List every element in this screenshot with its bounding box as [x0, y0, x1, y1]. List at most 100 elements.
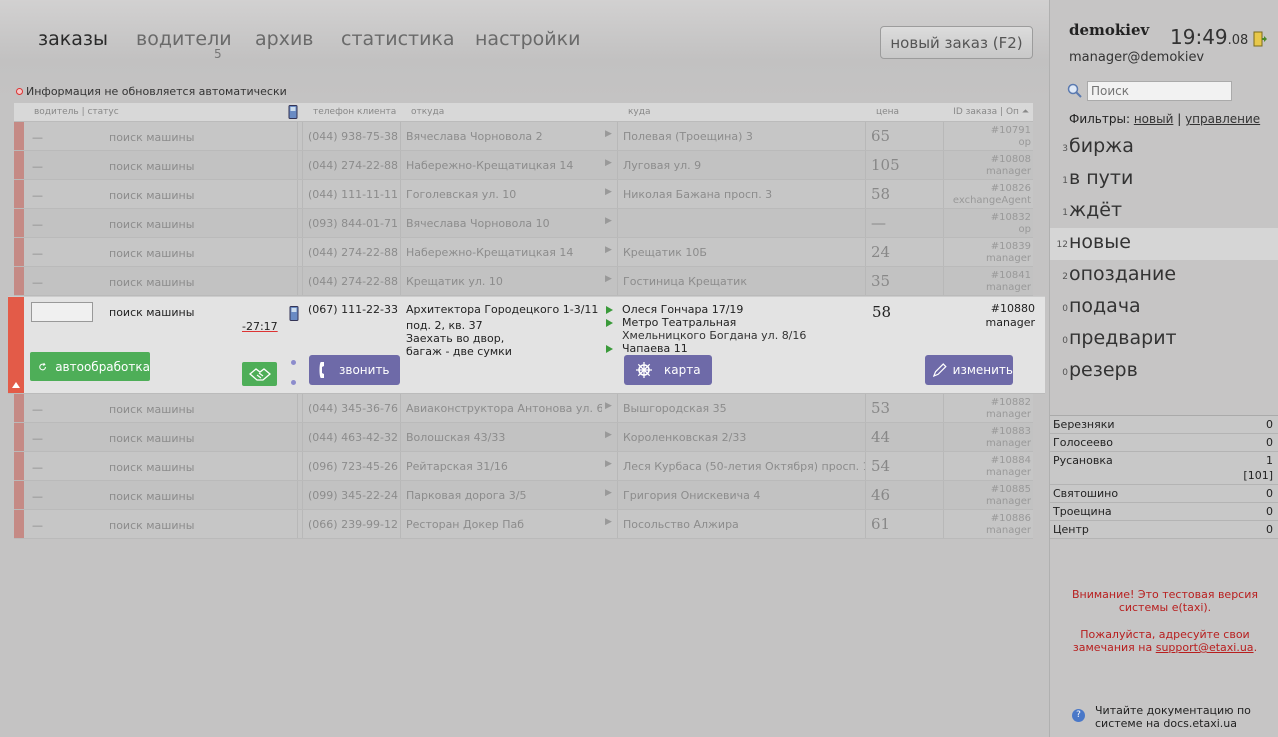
- search-icon: [1067, 83, 1082, 98]
- status-filter-item[interactable]: 2 опоздание: [1050, 260, 1278, 292]
- col-price[interactable]: цена: [876, 107, 899, 117]
- row-to: Луговая ул. 9: [623, 159, 702, 172]
- column-divider: [865, 122, 866, 150]
- table-row[interactable]: — поиск машины (044) 274-22-88 Набережно-Кр…: [14, 151, 1033, 180]
- handshake-button[interactable]: [242, 362, 277, 386]
- district-count: 0: [1266, 505, 1273, 518]
- row-status: поиск машины: [109, 131, 195, 144]
- destination-address: Метро Театральная: [622, 316, 737, 329]
- col-from[interactable]: откуда: [411, 107, 444, 117]
- district-item[interactable]: Голосеево 0: [1050, 434, 1278, 452]
- help-icon[interactable]: ?: [1072, 709, 1085, 722]
- row-from: Вячеслава Чорновола 10: [406, 217, 550, 230]
- row-driver: —: [32, 276, 43, 289]
- client-phone: (067) 111-22-33: [308, 303, 399, 316]
- table-row[interactable]: — поиск машины (093) 844-01-71 Вячеслава Чо…: [14, 209, 1033, 238]
- row-driver: —: [32, 519, 43, 532]
- district-item[interactable]: Троещина 0: [1050, 503, 1278, 521]
- col-driver-status[interactable]: водитель | статус: [34, 107, 119, 117]
- table-row[interactable]: — поиск машины (044) 274-22-88 Крещатик ул.…: [14, 267, 1033, 296]
- col-to[interactable]: куда: [628, 107, 651, 117]
- status-label: в пути: [1069, 167, 1134, 189]
- col-phone[interactable]: телефон клиента: [313, 107, 396, 117]
- row-phone: (044) 274-22-88: [308, 275, 399, 288]
- call-label: звонить: [339, 363, 390, 377]
- district-item[interactable]: Русановка 1 [101]: [1050, 452, 1278, 485]
- user-email: manager@demokiev: [1069, 50, 1205, 65]
- row-status-stripe: [14, 452, 24, 480]
- call-button[interactable]: звонить: [309, 355, 400, 385]
- table-row[interactable]: — поиск машины (044) 938-75-38 Вячеслава Чо…: [14, 122, 1033, 151]
- district-item[interactable]: Святошино 0: [1050, 485, 1278, 503]
- row-phone: (093) 844-01-71: [308, 217, 399, 230]
- row-id[interactable]: #10791: [991, 125, 1031, 137]
- driver-input[interactable]: [31, 302, 93, 322]
- map-label: карта: [664, 363, 701, 377]
- auto-process-button[interactable]: автообработка: [30, 352, 150, 381]
- status-filter-item[interactable]: 3 биржа: [1050, 132, 1278, 164]
- table-row[interactable]: — поиск машины (044) 111-11-11 Гоголевская …: [14, 180, 1033, 209]
- row-id-cell: #10884 manager: [986, 455, 1031, 479]
- status-filter-item[interactable]: 1в пути: [1050, 164, 1278, 196]
- row-id[interactable]: #10826: [953, 183, 1031, 195]
- column-divider: [400, 452, 401, 480]
- row-id[interactable]: #10885: [986, 484, 1031, 496]
- column-divider: [302, 481, 303, 509]
- row-id[interactable]: #10808: [986, 154, 1031, 166]
- status-filter-item[interactable]: 1 ждёт: [1050, 196, 1278, 228]
- edit-button[interactable]: изменить: [925, 355, 1013, 385]
- district-item[interactable]: Центр 0: [1050, 521, 1278, 539]
- row-id[interactable]: #10832: [991, 212, 1031, 224]
- support-email-link[interactable]: support@etaxi.ua: [1156, 641, 1254, 654]
- filter-new-link[interactable]: новый: [1134, 112, 1174, 126]
- status-label: биржа: [1069, 135, 1134, 157]
- column-divider: [943, 510, 944, 538]
- new-order-button[interactable]: новый заказ (F2): [880, 26, 1033, 59]
- row-id-cell: #10808 manager: [986, 154, 1031, 178]
- phone-icon[interactable]: [289, 306, 299, 324]
- status-filter-item[interactable]: 0 предварит: [1050, 324, 1278, 356]
- nav-archive[interactable]: архив: [255, 28, 314, 50]
- order-id[interactable]: #10880: [991, 302, 1035, 315]
- row-id[interactable]: #10839: [986, 241, 1031, 253]
- table-row[interactable]: — поиск машины (066) 239-99-12 Ресторан Док…: [14, 510, 1033, 539]
- row-from: Крещатик ул. 10: [406, 275, 503, 288]
- filter-manage-link[interactable]: управление: [1185, 112, 1260, 126]
- district-item[interactable]: Березняки 0: [1050, 416, 1278, 434]
- expanded-order-row[interactable]: поиск машины -27:17 (067) 111-22-33 Архи…: [8, 296, 1045, 394]
- handshake-icon: [248, 368, 271, 381]
- status-filter-item[interactable]: 0 резерв: [1050, 356, 1278, 388]
- rows-top: — поиск машины (044) 938-75-38 Вячеслава Чо…: [14, 122, 1033, 296]
- column-divider: [865, 238, 866, 266]
- status-count: 0: [1062, 336, 1068, 346]
- nav-orders[interactable]: заказы: [38, 28, 108, 50]
- map-button[interactable]: карта: [624, 355, 712, 385]
- nav-settings[interactable]: настройки: [475, 28, 580, 50]
- row-to: Полевая (Троещина) 3: [623, 130, 753, 143]
- row-id[interactable]: #10841: [986, 270, 1031, 282]
- logout-icon[interactable]: [1253, 31, 1267, 51]
- column-divider: [865, 267, 866, 295]
- status-filter-item[interactable]: 0 подача: [1050, 292, 1278, 324]
- edit-label: изменить: [952, 363, 1013, 377]
- column-divider: [943, 122, 944, 150]
- nav-statistics[interactable]: статистика: [341, 28, 455, 50]
- table-row[interactable]: — поиск машины (044) 345-36-76 Авиаконструк…: [14, 394, 1033, 423]
- row-id[interactable]: #10886: [986, 513, 1031, 525]
- collapse-arrow-icon[interactable]: [12, 382, 20, 388]
- status-filter-item[interactable]: 12 новые: [1050, 228, 1278, 260]
- row-id[interactable]: #10883: [986, 426, 1031, 438]
- column-divider: [297, 151, 298, 179]
- table-row[interactable]: — поиск машины (044) 463-42-32 Волошская 43…: [14, 423, 1033, 452]
- table-row[interactable]: — поиск машины (099) 345-22-24 Парковая дор…: [14, 481, 1033, 510]
- table-row[interactable]: — поиск машины (096) 723-45-26 Рейтарская 3…: [14, 452, 1033, 481]
- row-id[interactable]: #10884: [986, 455, 1031, 467]
- col-id[interactable]: ID заказа | Оп ⏶: [953, 107, 1029, 117]
- row-to: Леся Курбаса (50-летия Октября) просп. 1…: [623, 460, 865, 473]
- search-input[interactable]: [1087, 81, 1232, 101]
- table-row[interactable]: — поиск машины (044) 274-22-88 Набережно-Кр…: [14, 238, 1033, 267]
- row-phone: (096) 723-45-26: [308, 460, 399, 473]
- info-text: Информация не обновляется автоматически: [26, 85, 287, 98]
- order-price: 58: [872, 303, 892, 321]
- row-id[interactable]: #10882: [986, 397, 1031, 409]
